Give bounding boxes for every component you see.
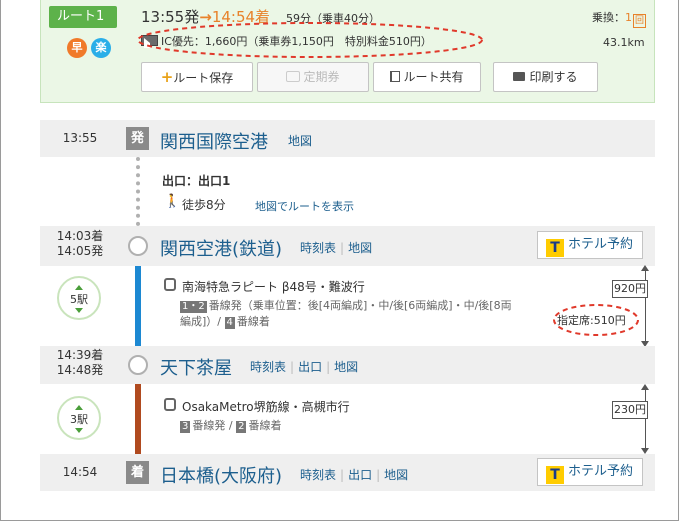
annotation-overlay [137,22,639,336]
fare-highlight-ellipse [137,22,483,58]
reserved-fare-highlight-ellipse [553,304,639,336]
